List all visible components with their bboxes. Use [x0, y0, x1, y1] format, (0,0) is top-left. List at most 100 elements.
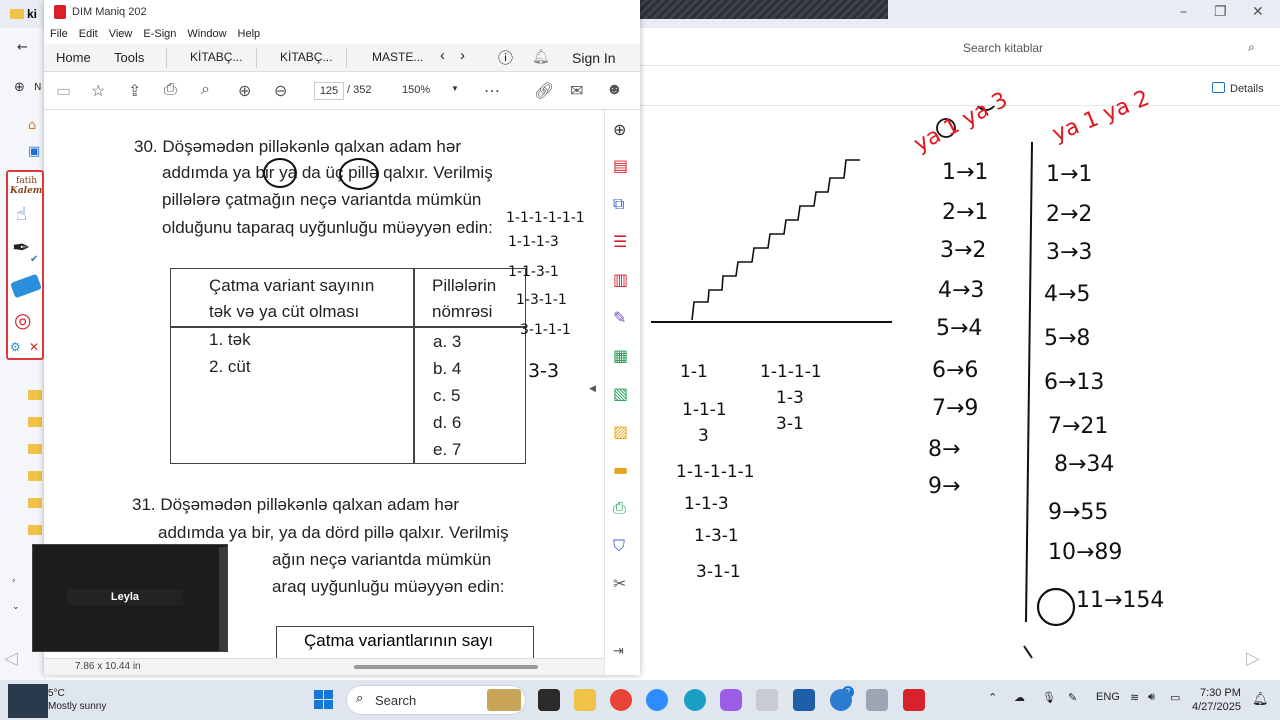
explorer-tab[interactable]: ki — [0, 0, 46, 28]
weather-widget[interactable]: 5°C Mostly sunny — [48, 687, 106, 713]
chevron-down-icon[interactable]: ⌄ — [12, 602, 20, 612]
protect-icon[interactable]: ⛉ — [613, 536, 625, 556]
back-arrow-icon[interactable]: ← — [17, 40, 28, 55]
volume-icon[interactable]: 🔊︎ — [1148, 691, 1155, 704]
pen-app-icon[interactable] — [756, 689, 778, 711]
link-icon[interactable]: 🔗︎ — [534, 81, 554, 101]
hand-cursor-icon[interactable]: ☝ — [16, 204, 27, 225]
export-pdf-icon[interactable]: ▥ — [613, 270, 628, 289]
menu-file[interactable]: File — [50, 28, 68, 40]
settings-gear-icon[interactable]: ⚙ — [10, 340, 21, 354]
save-icon[interactable]: ▭ — [56, 81, 71, 101]
zoom-in-icon[interactable]: ⊕ — [613, 120, 626, 139]
pen-tray-icon[interactable]: ✎ — [1068, 691, 1077, 704]
menu-view[interactable]: View — [109, 28, 133, 40]
prev-page-icon[interactable]: ⊕ — [238, 81, 251, 101]
folder-icon[interactable] — [28, 498, 42, 508]
new-label[interactable]: N — [34, 82, 41, 93]
microphone-icon[interactable]: 🎙︎ — [1042, 691, 1056, 704]
create-pdf-icon[interactable]: ▤ — [613, 156, 628, 175]
shapes-icon[interactable]: ◎ — [14, 308, 31, 332]
horizontal-scrollbar[interactable] — [354, 665, 538, 669]
folder-icon[interactable] — [28, 471, 42, 481]
more-tools-icon[interactable]: ⋯ — [484, 81, 500, 101]
minimize-icon[interactable]: – — [1180, 4, 1187, 20]
next-page-icon[interactable]: ⊖ — [274, 81, 287, 101]
folder-icon[interactable] — [28, 417, 42, 427]
notification-bell-icon[interactable]: 🔔︎ — [1252, 691, 1269, 707]
next-arrow-icon[interactable]: ▷ — [1246, 648, 1260, 669]
share-user-icon[interactable]: ☻ — [606, 81, 623, 99]
fill-sign-icon[interactable]: ✎ — [613, 308, 626, 327]
close-icon[interactable]: ✕ — [1252, 4, 1264, 20]
system-clock[interactable]: 7:30 PM 4/27/2025 — [1192, 686, 1241, 714]
tab-scroll-right-icon[interactable]: › — [460, 47, 465, 64]
acrobat-taskbar-icon[interactable] — [903, 689, 925, 711]
maximize-icon[interactable]: ❐ — [1214, 4, 1227, 20]
bell-icon[interactable]: 🔔︎ — [532, 48, 550, 65]
zoom-app-icon[interactable] — [646, 689, 668, 711]
messaging-app-icon[interactable] — [830, 689, 852, 711]
explorer-search-bar[interactable]: Search kitablar ⌕ — [640, 32, 1280, 66]
help-icon[interactable]: ⓘ — [498, 47, 513, 68]
search-input[interactable]: Search kitablar — [963, 41, 1043, 55]
mail-icon[interactable]: ✉ — [570, 81, 583, 101]
gallery-icon[interactable]: ▣ — [28, 144, 40, 159]
organize-pages-icon[interactable]: ☰ — [613, 232, 627, 251]
tray-overflow-icon[interactable]: ⌃ — [988, 691, 997, 704]
tab-scroll-left-icon[interactable]: ‹ — [440, 47, 445, 64]
language-indicator[interactable]: ENG — [1096, 691, 1120, 703]
print-icon[interactable]: ⎙ — [164, 81, 177, 99]
tab-kitabca-1[interactable]: KİTABÇ... — [190, 50, 242, 64]
comment-icon[interactable]: ▬ — [613, 460, 628, 479]
file-explorer-icon[interactable] — [574, 689, 596, 711]
combine-files-icon[interactable]: ⧉ — [613, 194, 624, 214]
details-button[interactable]: Details — [1212, 82, 1264, 95]
taskbar-search[interactable]: ⌕ Search — [346, 685, 526, 715]
video-tile-scrollbar[interactable] — [219, 547, 227, 651]
folder-icon[interactable] — [28, 390, 42, 400]
print-production-icon[interactable]: ⎙ — [613, 498, 626, 518]
tab-master[interactable]: MASTE... — [372, 50, 423, 64]
prev-arrow-icon[interactable]: ◁ — [4, 648, 18, 669]
kalem-close-icon[interactable]: ✕ — [29, 340, 39, 354]
pen-icon[interactable]: ✒ — [12, 236, 30, 261]
weather-icon[interactable] — [8, 684, 48, 718]
zoom-search-icon[interactable]: ⌕ — [201, 81, 210, 99]
battery-icon[interactable]: ▭ — [1170, 691, 1180, 704]
task-view-icon[interactable] — [538, 689, 560, 711]
comment-file-icon[interactable]: ▨ — [613, 422, 628, 441]
menu-window[interactable]: Window — [187, 28, 226, 40]
compress-icon[interactable]: ▧ — [613, 384, 628, 403]
search-icon[interactable]: ⌕ — [1248, 40, 1255, 55]
video-participant-tile[interactable]: Leyla — [32, 544, 228, 652]
chrome-icon[interactable] — [610, 689, 632, 711]
sign-in-button[interactable]: Sign In — [572, 50, 616, 66]
expand-panel-icon[interactable]: ⇥ — [613, 644, 624, 659]
zoom-dropdown-icon[interactable]: ▼ — [451, 84, 459, 93]
menu-edit[interactable]: Edit — [79, 28, 98, 40]
folder-icon[interactable] — [28, 525, 42, 535]
copilot-icon[interactable] — [720, 689, 742, 711]
tab-kitabca-2[interactable]: KİTABÇ... — [280, 50, 332, 64]
snipping-tool-icon[interactable] — [866, 689, 888, 711]
tab-home[interactable]: Home — [56, 50, 91, 65]
edge-icon[interactable] — [684, 689, 706, 711]
menu-esign[interactable]: E-Sign — [143, 28, 176, 40]
tools-wrench-icon[interactable]: ✂ — [613, 574, 626, 593]
tab-tools[interactable]: Tools — [114, 50, 144, 65]
cloud-icon[interactable]: ☁ — [1014, 691, 1025, 704]
menu-help[interactable]: Help — [238, 28, 261, 40]
pen-check-icon[interactable]: ✔ — [30, 254, 38, 265]
page-number-input[interactable]: 125 — [314, 82, 344, 100]
edit-pdf-icon[interactable]: ▦ — [613, 346, 628, 365]
folder-icon[interactable] — [28, 444, 42, 454]
wifi-icon[interactable]: ≋ — [1130, 691, 1139, 704]
new-plus-icon[interactable]: ⊕ — [14, 80, 25, 95]
start-button[interactable] — [314, 690, 333, 709]
zoom-select[interactable]: 150% — [402, 84, 430, 96]
store-icon[interactable] — [793, 689, 815, 711]
star-icon[interactable]: ☆ — [91, 81, 105, 101]
chevron-right-icon[interactable]: › — [12, 576, 16, 586]
eraser-icon[interactable] — [10, 273, 42, 299]
